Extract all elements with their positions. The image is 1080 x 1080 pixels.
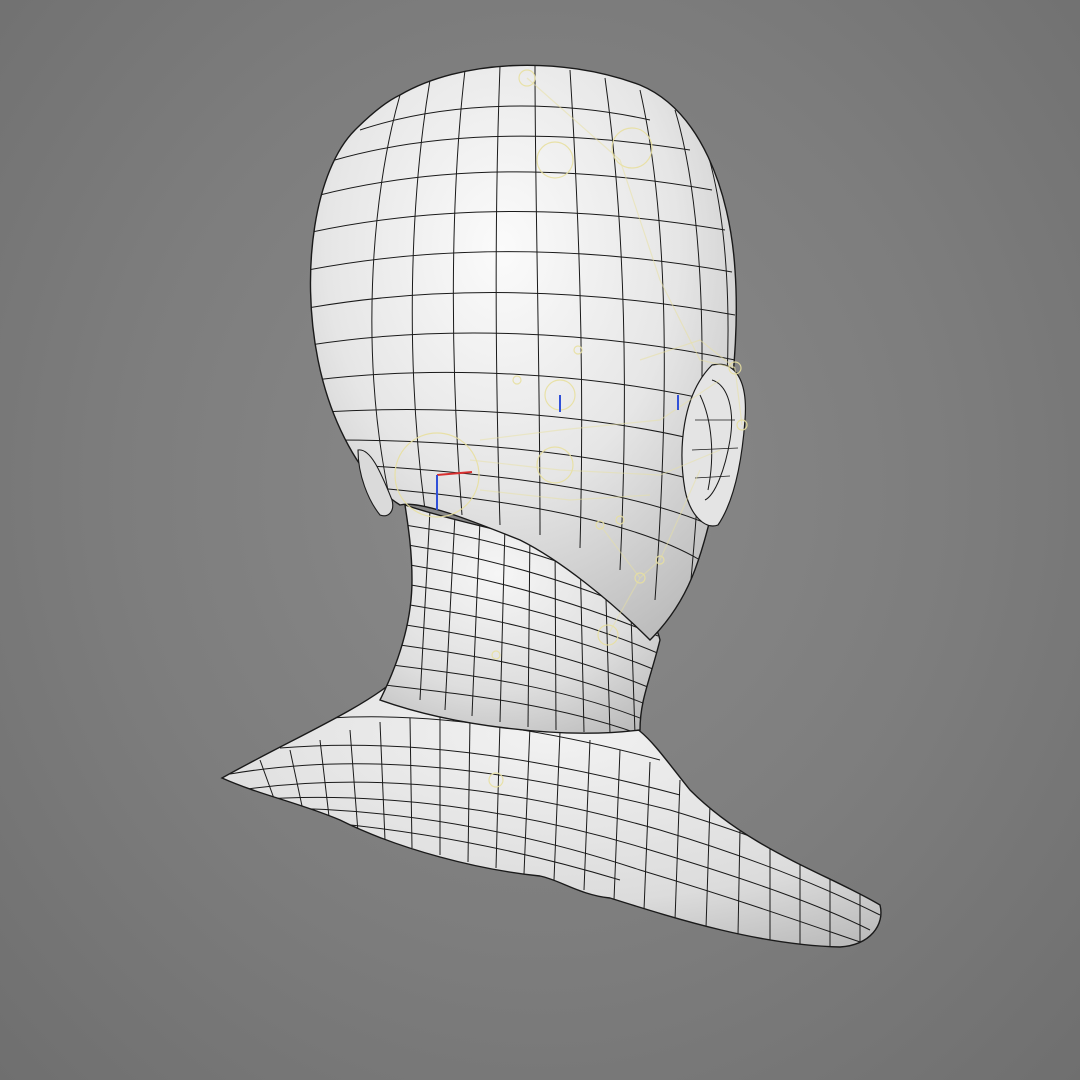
3d-viewport[interactable] [0, 0, 1080, 1080]
viewport-canvas[interactable] [0, 0, 1080, 1080]
